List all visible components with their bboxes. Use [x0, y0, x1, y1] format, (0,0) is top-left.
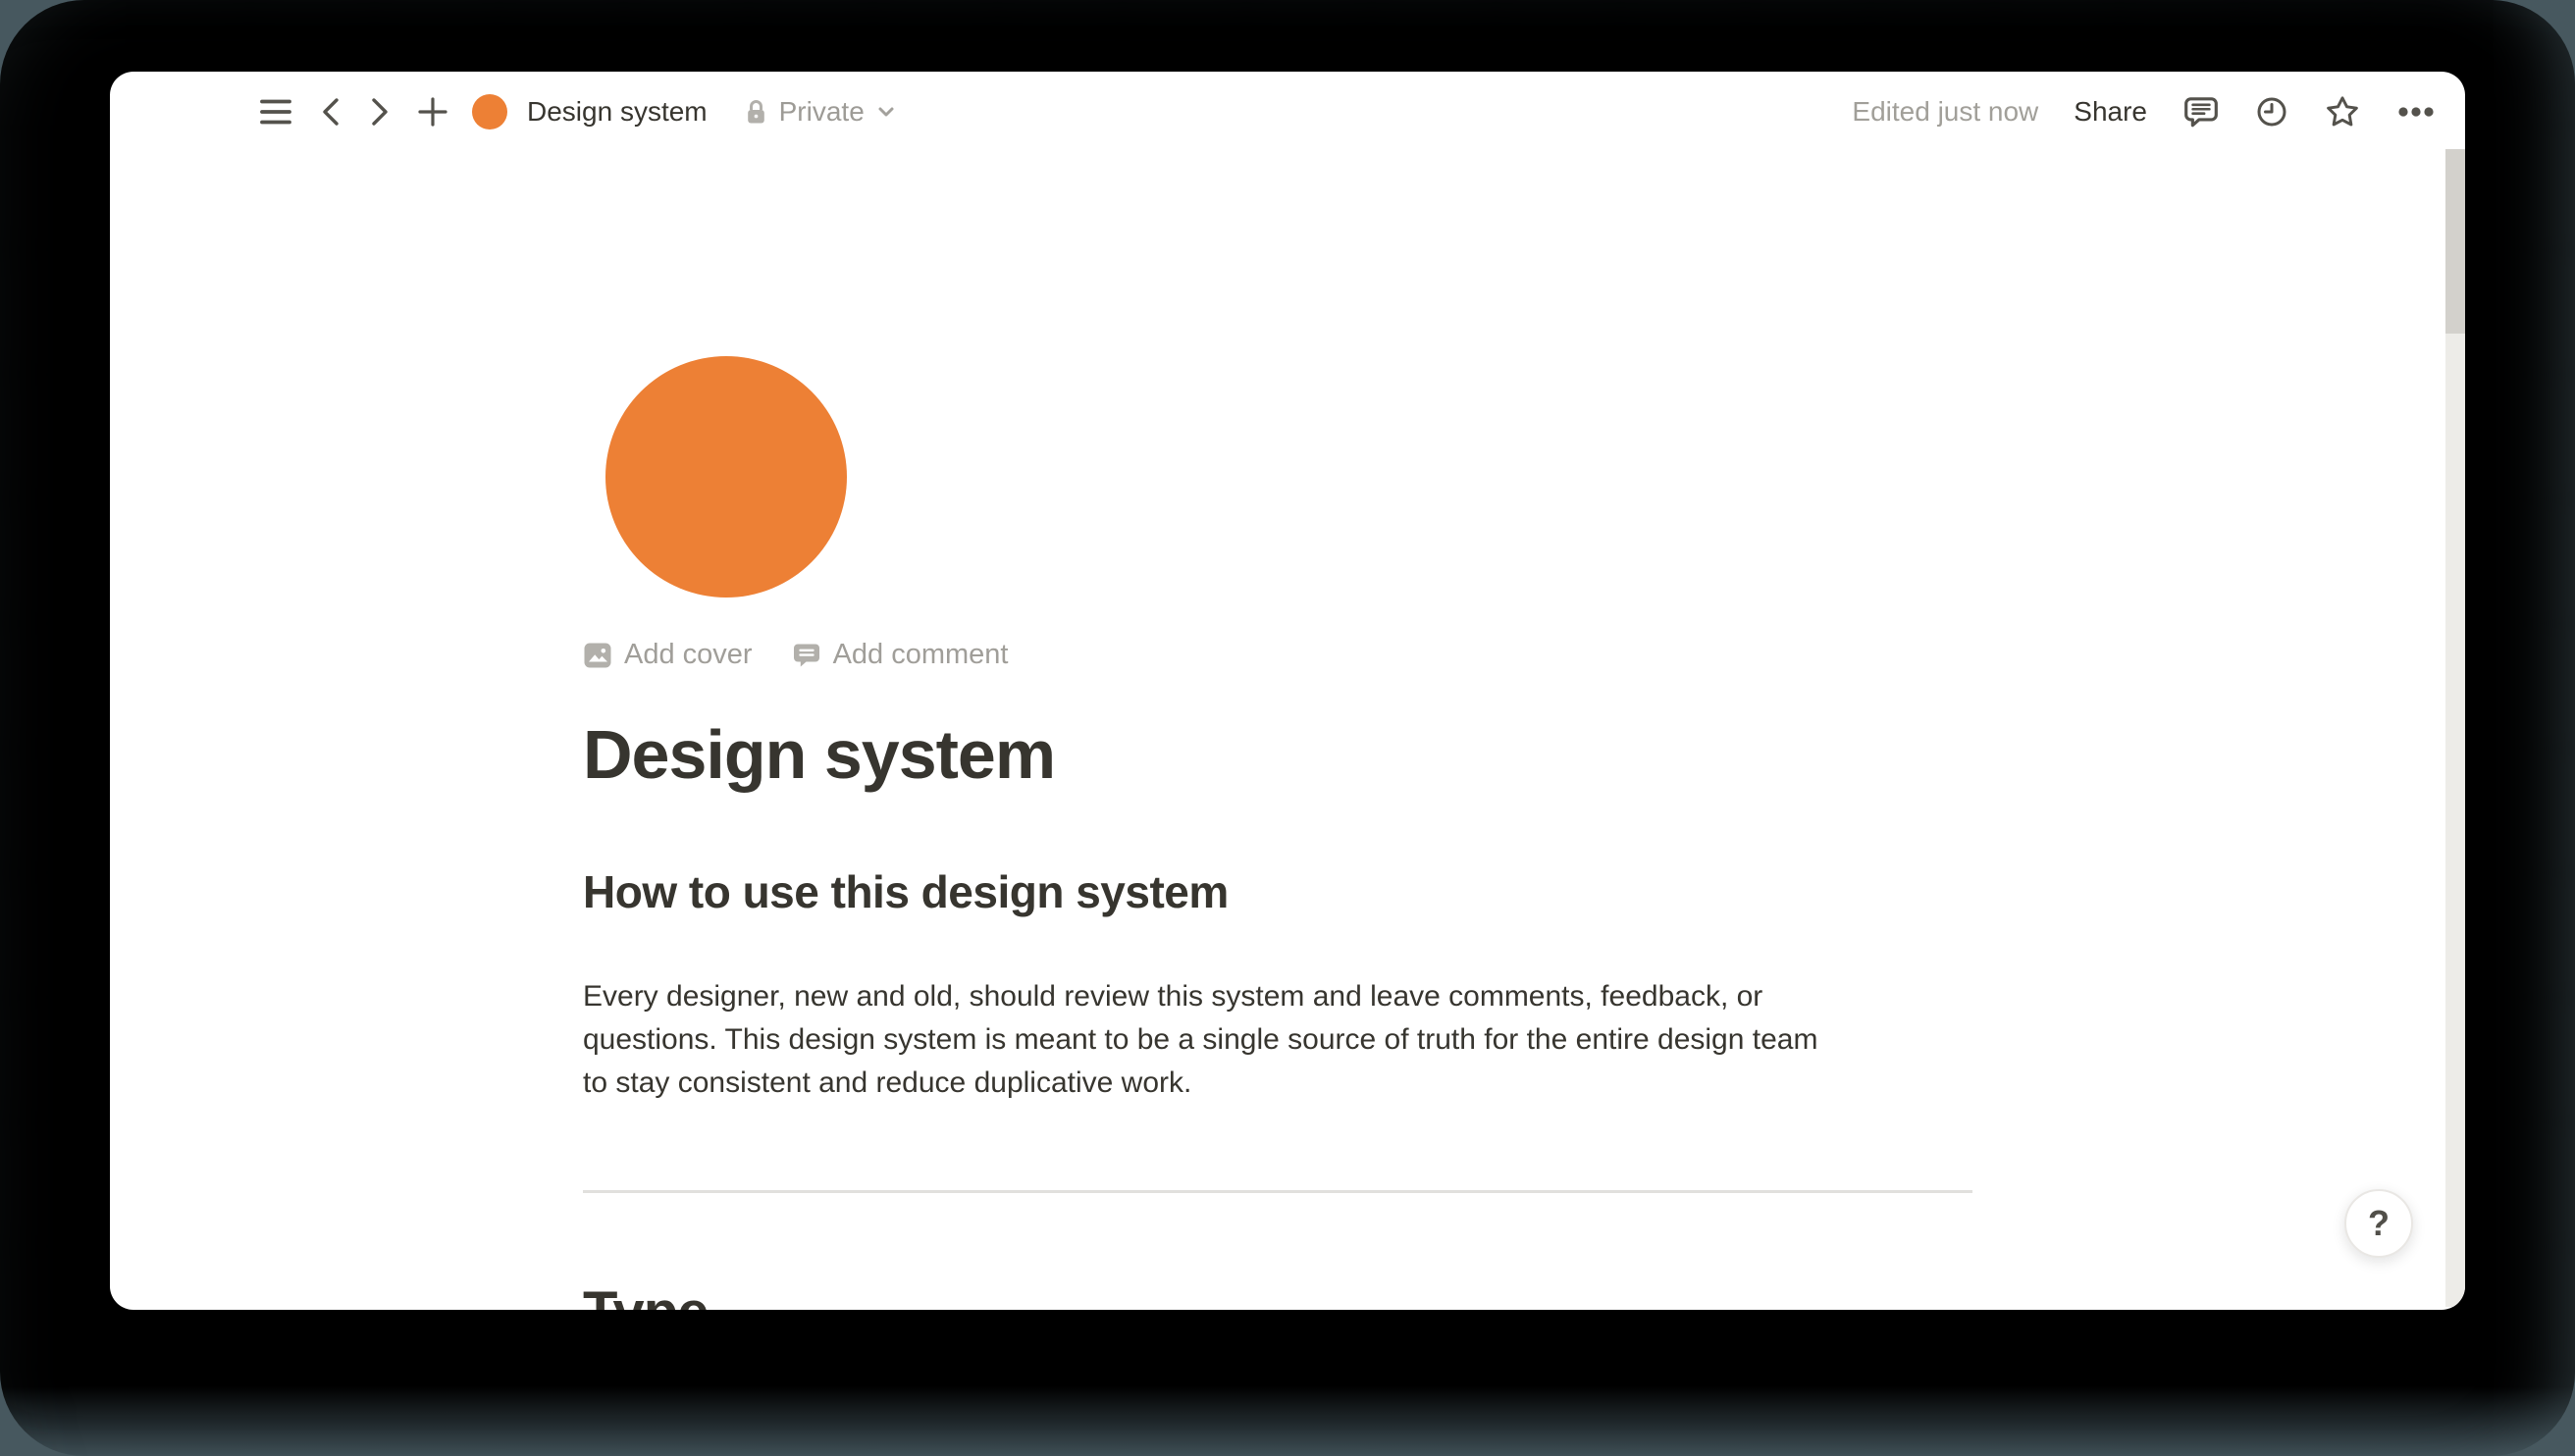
- add-comment-label: Add comment: [833, 639, 1009, 671]
- vertical-scrollbar-thumb[interactable]: [2445, 149, 2465, 334]
- add-cover-button[interactable]: Add cover: [583, 639, 753, 671]
- add-comment-button[interactable]: Add comment: [792, 639, 1009, 671]
- comment-icon: [792, 641, 821, 670]
- next-section-heading[interactable]: Type: [583, 1276, 709, 1310]
- screen-backdrop: Design system Private: [0, 0, 2575, 1456]
- page-title[interactable]: Design system: [583, 712, 1055, 797]
- vertical-scrollbar-track[interactable]: [2445, 149, 2465, 1307]
- divider-block: [583, 1190, 1972, 1193]
- notion-window: Design system Private: [110, 72, 2465, 1310]
- intro-paragraph[interactable]: Every designer, new and old, should revi…: [583, 975, 2055, 1105]
- paragraph-line: questions. This design system is meant t…: [583, 1018, 2055, 1062]
- section-heading[interactable]: How to use this design system: [583, 862, 1229, 921]
- page-meta-actions: Add cover Add comment: [583, 639, 1009, 671]
- paragraph-line: Every designer, new and old, should revi…: [583, 975, 2055, 1018]
- page-icon[interactable]: [605, 356, 847, 598]
- image-icon: [583, 641, 612, 670]
- add-cover-label: Add cover: [624, 639, 753, 671]
- paragraph-line: to stay consistent and reduce duplicativ…: [583, 1062, 2055, 1105]
- help-button[interactable]: ?: [2344, 1189, 2413, 1258]
- page-content: Add cover Add comment Design system How …: [110, 72, 2465, 1310]
